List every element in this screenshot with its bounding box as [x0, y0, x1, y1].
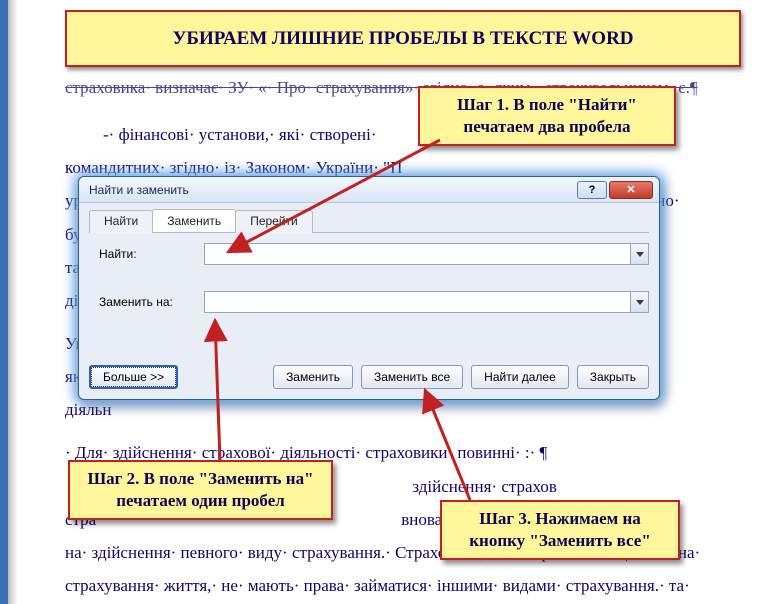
page-binding	[0, 0, 8, 604]
close-button[interactable]: Закрыть	[577, 365, 649, 389]
replace-dropdown-arrow[interactable]	[630, 292, 648, 312]
replace-row: Заменить на:	[99, 291, 649, 313]
find-label: Найти:	[99, 247, 204, 261]
find-input[interactable]	[204, 243, 649, 265]
callout-step3: Шаг 3. Нажимаем на кнопку "Заменить все"	[440, 500, 680, 560]
p4-line4: страхування· життя,· не· мають· права· з…	[65, 569, 741, 602]
help-icon: ?	[589, 184, 596, 196]
replace-label: Заменить на:	[99, 295, 204, 309]
page-shadow	[8, 0, 18, 604]
dialog-body: Найти Заменить Перейти Найти: Заменить н…	[79, 203, 659, 399]
find-row: Найти:	[99, 243, 649, 265]
find-replace-dialog: Найти и заменить ? ✕ Найти Заменить Пере…	[78, 176, 660, 400]
find-label-text: Найти:	[99, 247, 137, 261]
tab-replace[interactable]: Заменить	[152, 209, 236, 232]
dialog-tabs: Найти Заменить Перейти	[89, 209, 649, 233]
find-next-button[interactable]: Найти далее	[471, 365, 569, 389]
close-icon: ✕	[626, 183, 635, 196]
p4-text1b: здійснення· страхов	[374, 470, 557, 503]
tab-find[interactable]: Найти	[89, 210, 153, 233]
replace-label-text: Заменить на:	[99, 295, 173, 309]
dialog-button-row: Больше >> Заменить Заменить все Найти да…	[89, 365, 649, 389]
more-button[interactable]: Больше >>	[89, 365, 178, 389]
dialog-close-button[interactable]: ✕	[609, 181, 653, 199]
tab-goto[interactable]: Перейти	[235, 210, 313, 233]
tutorial-title: УБИРАЕМ ЛИШНИЕ ПРОБЕЛЫ В ТЕКСТЕ WORD	[65, 10, 741, 67]
dialog-titlebar[interactable]: Найти и заменить ? ✕	[79, 177, 659, 203]
chevron-down-icon	[636, 252, 644, 257]
callout-step2: Шаг 2. В поле "Заменить на" печатаем оди…	[68, 460, 333, 520]
callout-step1: Шаг 1. В поле "Найти" печатаем два пробе…	[418, 86, 676, 146]
chevron-down-icon	[636, 300, 644, 305]
replace-input[interactable]	[204, 291, 649, 313]
dialog-title: Найти и заменить	[89, 183, 575, 197]
replace-all-button[interactable]: Заменить все	[361, 365, 463, 389]
replace-button[interactable]: Заменить	[273, 365, 353, 389]
p1-text-a: -· фінансові· установи,· які· створені·	[103, 125, 377, 144]
dialog-help-button[interactable]: ?	[577, 181, 607, 199]
find-dropdown-arrow[interactable]	[630, 244, 648, 264]
